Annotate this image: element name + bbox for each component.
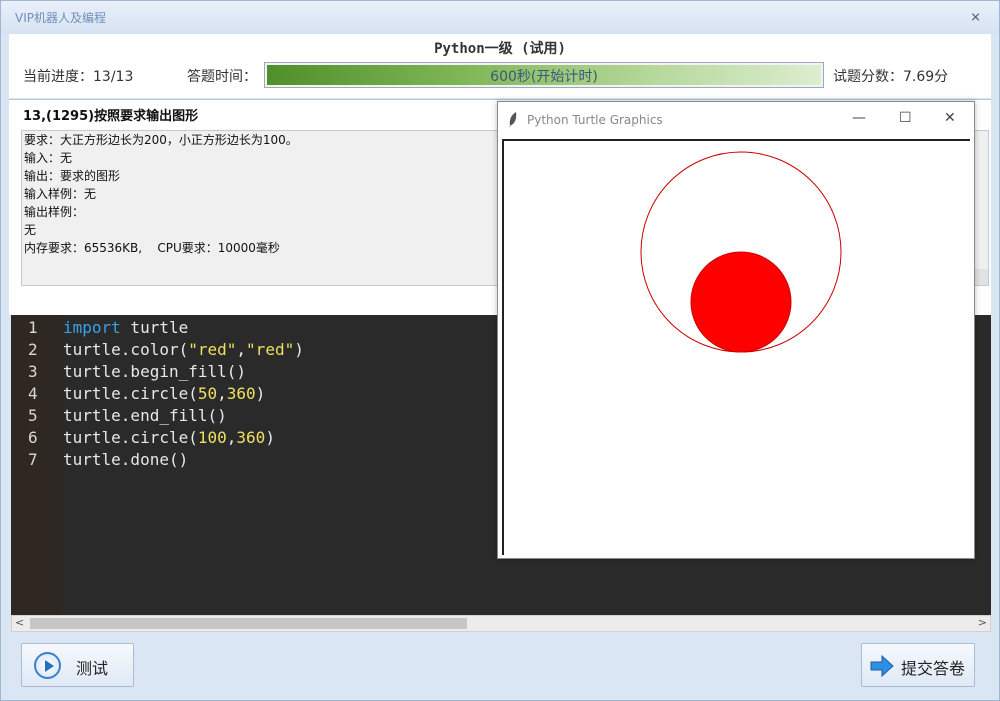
line-number: 3 (28, 362, 38, 381)
time-label: 答题时间： (187, 69, 257, 85)
code-text: , (217, 384, 227, 403)
exam-header: Python一级 (试用) 当前进度：13/13 答题时间： 600秒(开始计时… (9, 34, 991, 98)
code-string: "red" (246, 340, 295, 359)
question-line: 输出样例： (24, 205, 85, 219)
time-progress-bar: 600秒(开始计时) (264, 62, 824, 88)
code-text: ) (294, 340, 304, 359)
window-title: VIP机器人及编程 (15, 11, 106, 25)
line-number: 4 (28, 384, 38, 403)
submit-answer-button[interactable]: 提交答卷 (861, 643, 975, 687)
progress-label: 当前进度：13/13 (23, 69, 134, 85)
code-line[interactable]: turtle.color("red","red") (63, 340, 304, 359)
turtle-drawing (640, 151, 842, 353)
feather-icon (509, 112, 517, 128)
code-text: turtle.circle( (63, 428, 198, 447)
play-icon (34, 652, 61, 679)
code-line[interactable]: turtle.done() (63, 450, 188, 469)
question-line: 输入样例：无 (24, 187, 97, 201)
line-number: 5 (28, 406, 38, 425)
turtle-title-bar[interactable]: Python Turtle Graphics — ☐ ✕ (498, 102, 974, 138)
line-number: 1 (28, 318, 38, 337)
question-line: 输入：无 (24, 151, 73, 165)
line-number-gutter: 1 2 3 4 5 6 7 (11, 315, 62, 615)
scroll-right-icon[interactable]: > (978, 616, 987, 629)
question-line: 内存要求：65536KB, CPU要求：10000毫秒 (24, 241, 280, 255)
code-string: "red" (188, 340, 237, 359)
arrow-right-icon (870, 655, 894, 677)
code-line[interactable]: import turtle (63, 318, 188, 337)
scrollbar-thumb[interactable] (30, 618, 467, 629)
horizontal-scrollbar[interactable]: < > (11, 615, 991, 632)
code-line[interactable]: turtle.begin_fill() (63, 362, 246, 381)
code-text: ) (255, 384, 266, 403)
code-line[interactable]: turtle.end_fill() (63, 406, 227, 425)
submit-button-label: 提交答卷 (901, 659, 966, 678)
question-line: 输出：要求的图形 (24, 169, 121, 183)
line-number: 7 (28, 450, 38, 469)
question-line: 无 (24, 223, 37, 237)
maximize-icon[interactable]: ☐ (899, 110, 912, 126)
exam-title: Python一级 (试用) (434, 41, 566, 57)
code-text: turtle (120, 318, 189, 337)
action-bar: 测试 提交答卷 (9, 633, 991, 693)
code-keyword: import (63, 318, 121, 337)
time-progress-text: 600秒(开始计时) (490, 69, 598, 85)
code-line[interactable]: turtle.circle(100,360) (63, 428, 275, 447)
test-button-label: 测试 (76, 659, 109, 678)
turtle-window-title: Python Turtle Graphics (527, 113, 663, 127)
score-label: 试题分数：7.69分 (833, 69, 949, 85)
scroll-left-icon[interactable]: < (15, 616, 24, 629)
turtle-graphics-window[interactable]: Python Turtle Graphics — ☐ ✕ (497, 101, 975, 559)
code-text: , (226, 428, 237, 447)
question-line: 要求：大正方形边长为200，小正方形边长为100。 (24, 133, 298, 147)
code-number: 360 (236, 428, 266, 447)
test-button[interactable]: 测试 (21, 643, 134, 687)
code-text: turtle.color( (63, 340, 189, 359)
minimize-icon[interactable]: — (852, 110, 866, 126)
code-number: 360 (226, 384, 256, 403)
line-number: 6 (28, 428, 38, 447)
turtle-canvas[interactable] (502, 139, 970, 555)
question-title: 13,(1295)按照要求输出图形 (23, 109, 199, 124)
close-icon[interactable]: ⨯ (970, 10, 981, 25)
code-number: 50 (197, 384, 218, 403)
code-line[interactable]: turtle.circle(50,360) (63, 384, 265, 403)
close-icon[interactable]: ✕ (944, 110, 956, 126)
code-text: , (236, 340, 247, 359)
code-number: 100 (197, 428, 227, 447)
small-filled-circle (690, 251, 792, 353)
code-text: turtle.circle( (63, 384, 198, 403)
line-number: 2 (28, 340, 38, 359)
code-text: ) (265, 428, 275, 447)
title-bar: VIP机器人及编程 ⨯ (1, 1, 999, 34)
